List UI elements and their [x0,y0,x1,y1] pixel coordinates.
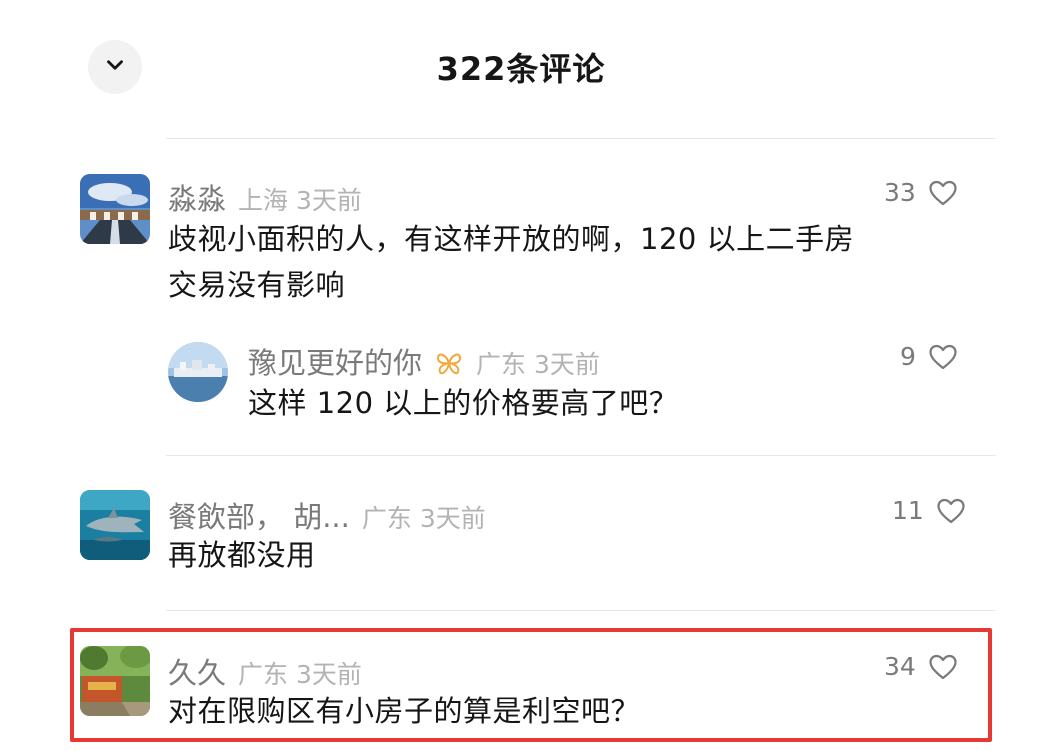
timestamp: 3天前 [534,350,600,379]
like-count: 9 [900,342,916,371]
reply-meta: 豫见更好的你 广东 3天前 [248,340,600,382]
divider [166,455,996,456]
location: 广东 [238,660,289,689]
comment-meta: 餐飲部， 胡... 广东 3天前 [168,494,486,536]
heart-icon [928,653,958,681]
comment-text-line: 歧视小面积的人，有这样开放的啊，120 以上二手房 [168,222,855,256]
divider [166,138,996,139]
username[interactable]: 豫见更好的你 [248,340,422,382]
comment-text[interactable]: 再放都没用 [168,532,316,578]
heart-icon [928,343,958,371]
like-button[interactable]: 34 [884,652,958,681]
like-count: 11 [892,496,924,525]
like-count: 33 [884,178,916,207]
user-avatar[interactable] [80,646,150,716]
heart-icon [936,497,966,525]
heart-icon [928,179,958,207]
comment-text[interactable]: 歧视小面积的人，有这样开放的啊，120 以上二手房 交易没有影响 [168,216,854,308]
timestamp: 3天前 [296,660,362,689]
comment-count-title: 322条评论 [436,50,606,88]
user-avatar[interactable] [168,342,228,402]
comments-header: 322条评论 [0,0,1042,130]
location: 广东 [476,350,527,379]
timestamp: 3天前 [419,504,486,533]
like-count: 34 [884,652,916,681]
butterfly-badge-icon [434,350,464,376]
username[interactable]: 餐飲部， 胡... [168,494,350,536]
user-avatar[interactable] [80,490,150,560]
username[interactable]: 久久 [168,650,226,692]
location: 上海 [238,186,289,215]
like-button[interactable]: 33 [884,178,958,207]
comment-text-line: 交易没有影响 [168,268,346,302]
comment-text[interactable]: 这样 120 以上的价格要高了吧？ [248,380,678,426]
comment-meta: 淼淼 上海 3天前 [168,176,362,218]
comment-text[interactable]: 对在限购区有小房子的算是利空吧？ [168,688,640,734]
location: 广东 [361,504,412,533]
like-button[interactable]: 11 [892,496,966,525]
divider [166,610,996,611]
username[interactable]: 淼淼 [168,176,226,218]
comment-meta: 久久 广东 3天前 [168,650,362,692]
user-avatar[interactable] [80,174,150,244]
timestamp: 3天前 [296,186,362,215]
like-button[interactable]: 9 [900,342,958,371]
